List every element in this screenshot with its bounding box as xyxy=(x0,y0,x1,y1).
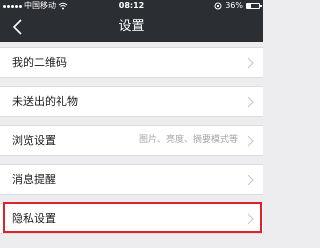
chevron-right-icon xyxy=(247,213,254,225)
settings-row-qrcode[interactable]: 我的二维码 xyxy=(0,47,263,78)
settings-row-label: 我的二维码 xyxy=(12,56,67,69)
settings-row-description: 图片、亮度、摘要模式等 xyxy=(138,135,238,145)
chevron-right-icon xyxy=(247,96,254,108)
status-bar: 中国移动 08:12 36% xyxy=(0,0,263,12)
battery-fill xyxy=(247,4,252,8)
battery-percent: 36% xyxy=(225,1,243,10)
settings-row-privacy[interactable]: 隐私设置 xyxy=(0,203,263,234)
chevron-right-icon xyxy=(247,174,254,186)
battery-icon xyxy=(246,3,262,9)
chevron-right-icon xyxy=(247,135,254,147)
settings-row-label: 浏览设置 xyxy=(12,134,56,147)
chevron-right-icon xyxy=(247,57,254,69)
page-title: 设置 xyxy=(118,19,145,34)
status-right: 36% xyxy=(214,0,262,12)
settings-row-label: 隐私设置 xyxy=(12,212,56,225)
settings-row-label: 消息提醒 xyxy=(12,173,56,186)
settings-row-unsent-gifts[interactable]: 未送出的礼物 xyxy=(0,86,263,117)
settings-row-notifications[interactable]: 消息提醒 xyxy=(0,164,263,195)
nav-bar: 设置 xyxy=(0,12,263,42)
settings-row-browse[interactable]: 浏览设置 图片、亮度、摘要模式等 xyxy=(0,125,263,156)
settings-row-label: 未送出的礼物 xyxy=(12,95,78,108)
rotation-lock-icon xyxy=(214,2,222,10)
